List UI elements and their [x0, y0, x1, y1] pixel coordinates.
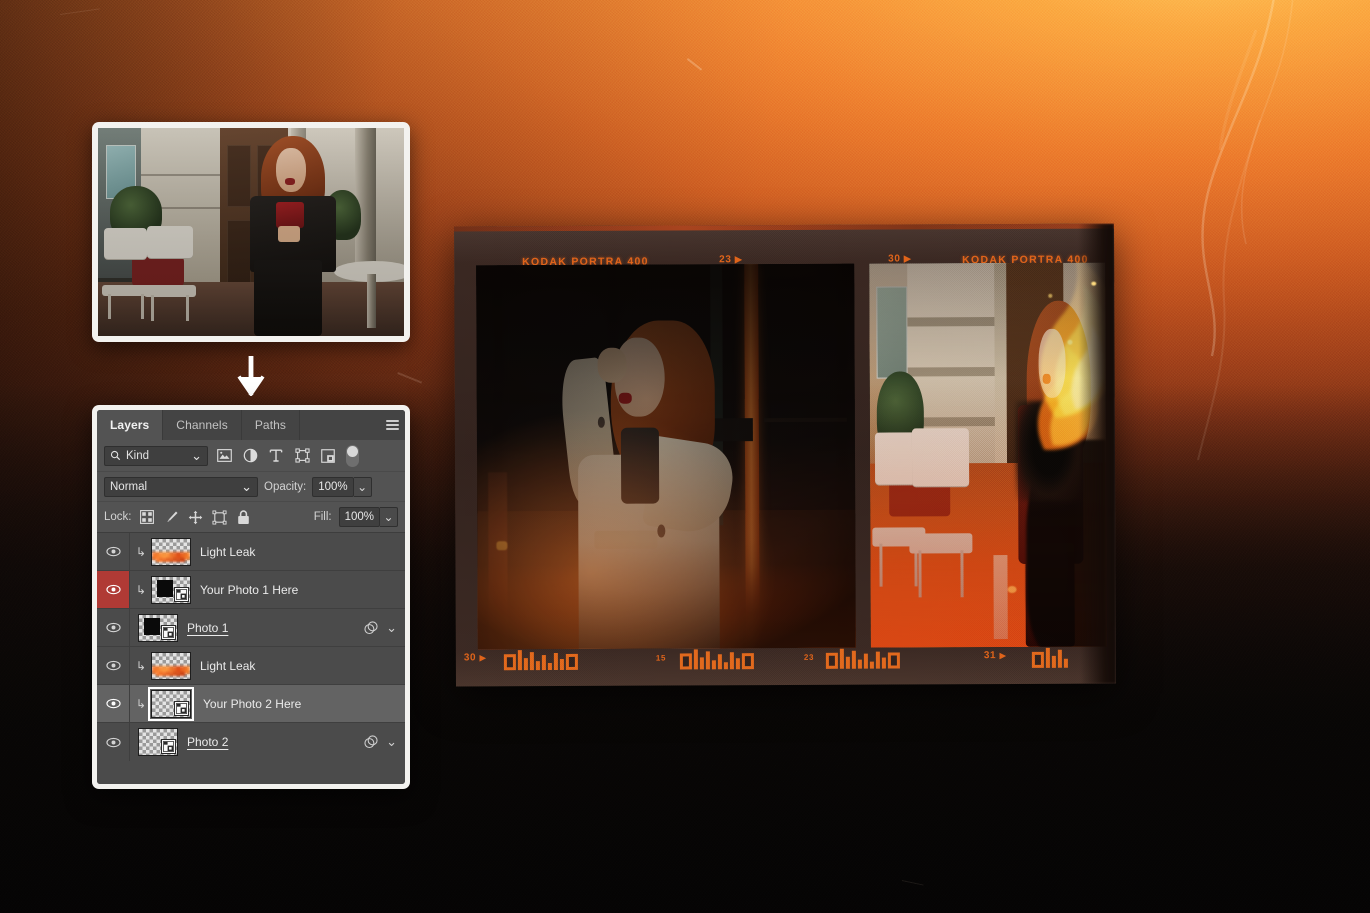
eye-visibility-icon: [106, 546, 121, 557]
layer-visibility-toggle[interactable]: [97, 723, 130, 761]
opacity-input[interactable]: 100%: [312, 477, 353, 497]
filter-kind-label: Kind: [126, 450, 186, 462]
layer-name: Light Leak: [200, 659, 255, 673]
layer-visibility-toggle[interactable]: [97, 609, 130, 646]
smart-object-filter-icon[interactable]: [318, 446, 338, 466]
filter-kind-select[interactable]: Kind ⌄: [104, 446, 208, 466]
tab-channels-label: Channels: [176, 418, 228, 432]
layer-thumbnail[interactable]: [151, 576, 191, 604]
clipping-mask-arrow-icon: ↳: [133, 583, 149, 597]
tab-channels[interactable]: Channels: [163, 410, 242, 440]
smart-object-badge-icon: [174, 587, 189, 602]
layer-styles-icon[interactable]: [363, 620, 379, 636]
adjustment-filter-icon[interactable]: [240, 446, 260, 466]
clipping-mask-arrow-icon: ↳: [133, 659, 149, 673]
blend-mode-row: Normal ⌄ Opacity: 100% ⌄: [97, 472, 405, 502]
layer-name: Light Leak: [200, 545, 255, 559]
table-row[interactable]: Photo 2 ⌄: [97, 723, 405, 761]
layer-name: Your Photo 2 Here: [203, 697, 301, 711]
clipping-mask-arrow-icon: ↳: [133, 545, 149, 559]
tab-paths[interactable]: Paths: [242, 410, 300, 440]
arrow-down-icon: [236, 356, 266, 396]
eye-visibility-icon: [106, 622, 121, 633]
photoshop-layers-panel[interactable]: Layers Channels Paths: [92, 405, 410, 789]
smart-object-badge-icon: [174, 701, 189, 716]
image-filter-icon[interactable]: [214, 446, 234, 466]
source-photo-card[interactable]: [92, 122, 410, 342]
layer-visibility-toggle[interactable]: [97, 647, 130, 684]
layer-name: Photo 2: [187, 735, 228, 749]
clipping-mask-arrow-icon: ↳: [133, 697, 149, 711]
opacity-stepper[interactable]: ⌄: [354, 477, 372, 497]
eye-visibility-icon: [106, 698, 121, 709]
layer-filter-row: Kind ⌄: [97, 440, 405, 472]
fill-label: Fill:: [314, 511, 332, 523]
eye-visibility-icon: [106, 584, 121, 595]
tab-paths-label: Paths: [255, 418, 286, 432]
film-strip[interactable]: KODAK PORTRA 400 23 ▶ 30 ▶ KODAK PORTRA …: [454, 224, 1116, 687]
table-row[interactable]: ↳ Light Leak: [97, 533, 405, 571]
fill-value: 100%: [345, 511, 374, 523]
tab-bar-spacer: [300, 410, 379, 440]
eye-visibility-icon: [106, 737, 121, 748]
lock-row: Lock:: [97, 502, 405, 533]
lock-position-icon[interactable]: [187, 509, 204, 526]
shape-filter-icon[interactable]: [292, 446, 312, 466]
layer-visibility-toggle[interactable]: [97, 685, 130, 722]
blend-mode-select[interactable]: Normal ⌄: [104, 477, 258, 497]
lock-image-icon[interactable]: [163, 509, 180, 526]
layer-name: Your Photo 1 Here: [200, 583, 298, 597]
table-row[interactable]: ↳ Light Leak: [97, 647, 405, 685]
lock-label: Lock:: [104, 511, 132, 523]
layer-visibility-toggle[interactable]: [97, 571, 130, 608]
layer-thumbnail[interactable]: [151, 690, 191, 718]
layer-styles-icon[interactable]: [363, 734, 379, 750]
table-row[interactable]: ↳ Your Photo 2 Here: [97, 685, 405, 723]
layer-list[interactable]: ↳ Light Leak ↳: [97, 533, 405, 784]
layer-thumbnail[interactable]: [138, 728, 178, 756]
smart-object-badge-icon: [161, 739, 176, 754]
tab-layers-label: Layers: [110, 418, 149, 432]
fill-stepper[interactable]: ⌄: [380, 507, 398, 527]
fill-input[interactable]: 100%: [339, 507, 380, 527]
panel-tab-bar: Layers Channels Paths: [97, 410, 405, 440]
opacity-value: 100%: [318, 481, 347, 493]
eye-visibility-icon: [106, 660, 121, 671]
film-strip-texture: [454, 224, 1116, 687]
opacity-label: Opacity:: [264, 481, 306, 493]
lock-all-icon[interactable]: [235, 509, 252, 526]
mockup-canvas: Layers Channels Paths: [0, 0, 1370, 913]
table-row[interactable]: ↳ Your Photo 1 Here: [97, 571, 405, 609]
layer-thumbnail[interactable]: [151, 538, 191, 566]
smart-object-badge-icon: [161, 625, 176, 640]
layer-name: Photo 1: [187, 621, 228, 635]
source-photo-image: [98, 128, 404, 336]
lock-artboard-icon[interactable]: [211, 509, 228, 526]
layer-thumbnail[interactable]: [151, 652, 191, 680]
type-filter-icon[interactable]: [266, 446, 286, 466]
panel-menu-button[interactable]: [379, 410, 405, 440]
search-icon: [110, 450, 121, 461]
table-row[interactable]: Photo 1 ⌄: [97, 609, 405, 647]
layer-thumbnail[interactable]: [138, 614, 178, 642]
hamburger-menu-icon: [386, 418, 399, 432]
lock-transparency-icon[interactable]: [139, 509, 156, 526]
blend-mode-value: Normal: [110, 481, 241, 493]
tab-layers[interactable]: Layers: [97, 410, 163, 440]
filter-enable-toggle[interactable]: [346, 445, 359, 467]
layer-visibility-toggle[interactable]: [97, 533, 130, 570]
